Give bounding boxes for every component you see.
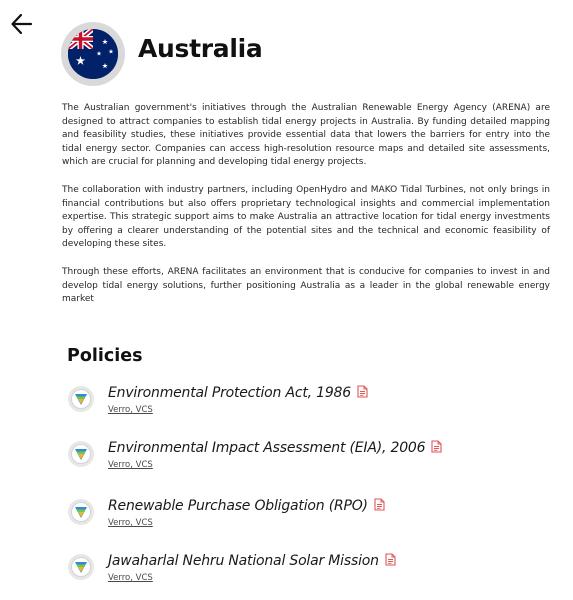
policy-source-link[interactable]: Verro, VCS (108, 460, 153, 470)
policy-link[interactable]: Jawaharlal Nehru National Solar Mission (108, 553, 396, 569)
page-title: Australia (138, 34, 263, 63)
verra-logo-icon (68, 554, 94, 580)
verra-logo-icon (68, 386, 94, 412)
policy-source-link[interactable]: Verro, VCS (108, 405, 153, 415)
pdf-icon[interactable] (431, 440, 442, 453)
arrow-left-icon (11, 13, 33, 35)
policy-link[interactable]: Renewable Purchase Obligation (RPO) (108, 498, 385, 514)
country-flag (61, 22, 125, 86)
policy-item: Renewable Purchase Obligation (RPO) Verr… (67, 498, 537, 534)
policy-item: Environmental Impact Assessment (EIA), 2… (67, 440, 537, 476)
verra-logo-icon (68, 441, 94, 467)
policy-item: Environmental Protection Act, 1986 Verro… (67, 385, 537, 421)
australia-flag-icon (68, 29, 118, 79)
policy-link[interactable]: Environmental Impact Assessment (EIA), 2… (108, 440, 442, 456)
pdf-icon[interactable] (385, 553, 396, 566)
description-paragraph: Through these efforts, ARENA facilitates… (62, 266, 550, 305)
description-paragraph: The collaboration with industry partners… (62, 184, 550, 250)
description-paragraph: The Australian government's initiatives … (62, 103, 550, 168)
policy-link[interactable]: Environmental Protection Act, 1986 (108, 385, 368, 401)
policy-item: Jawaharlal Nehru National Solar Mission … (67, 553, 537, 589)
policy-source-link[interactable]: Verro, VCS (108, 573, 153, 583)
policy-name: Environmental Impact Assessment (EIA), 2… (108, 440, 426, 456)
pdf-icon[interactable] (357, 385, 368, 398)
pdf-icon[interactable] (374, 498, 385, 511)
policy-name: Environmental Protection Act, 1986 (108, 385, 351, 401)
policies-heading: Policies (67, 346, 143, 366)
policy-name: Renewable Purchase Obligation (RPO) (108, 498, 368, 514)
back-button[interactable] (8, 10, 36, 38)
policy-name: Jawaharlal Nehru National Solar Mission (108, 553, 379, 569)
policy-source-link[interactable]: Verro, VCS (108, 518, 153, 528)
verra-logo-icon (68, 499, 94, 525)
description: The Australian government's initiatives … (62, 102, 550, 321)
